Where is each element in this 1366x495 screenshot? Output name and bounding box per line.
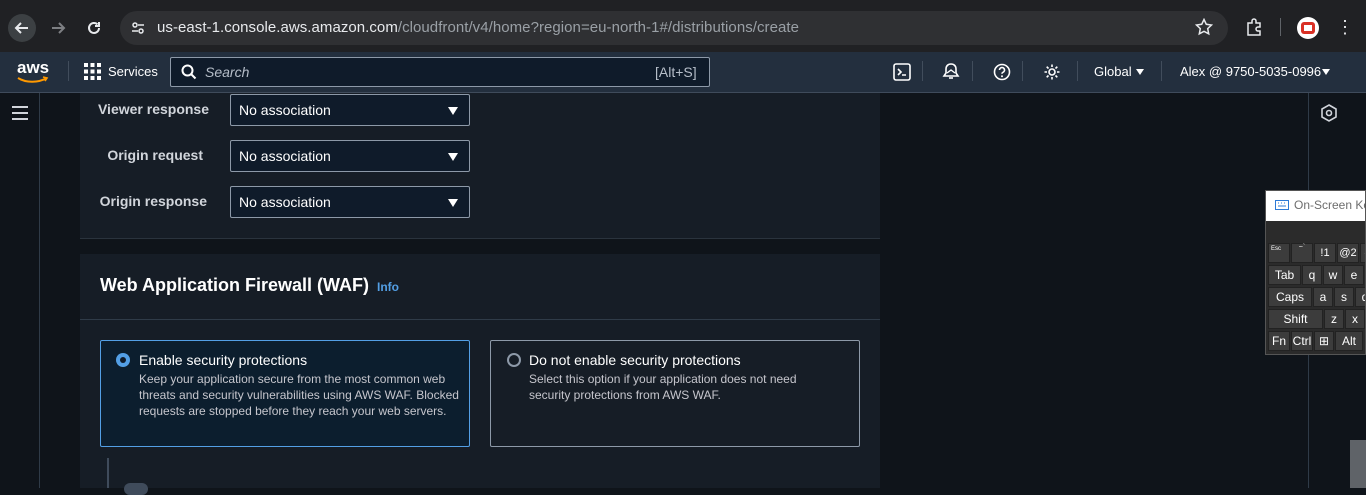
enable-security-description: Keep your application secure from the mo… [139,372,459,418]
settings-gear-icon[interactable] [1043,63,1061,86]
nav-divider [1022,61,1023,81]
account-label: Alex @ 9750-5035-0996 [1180,64,1322,79]
search-shortcut: [Alt+S] [655,64,697,80]
profile-avatar[interactable] [1297,17,1319,39]
osk-key-tab[interactable]: Tab [1268,265,1301,285]
origin-request-value: No association [239,148,331,164]
more-menu-icon[interactable]: ⋮ [1336,18,1354,36]
viewer-response-label: Viewer response [97,101,209,117]
osk-key-w[interactable]: w [1323,265,1343,285]
search-placeholder: Search [205,64,250,80]
osk-key-d[interactable]: d [1355,287,1365,307]
osk-key-tilde[interactable]: ~` [1291,243,1313,263]
origin-response-select[interactable]: No association [230,186,470,218]
osk-key-caps[interactable]: Caps [1268,287,1312,307]
nav-divider [1161,61,1162,81]
toolbar-divider [1280,18,1281,36]
cloudshell-icon[interactable] [893,63,911,86]
osk-key-a[interactable]: a [1313,287,1333,307]
on-screen-keyboard: On-Screen Ke Esc ~` !1 @2 #3 Tab q w e C… [1265,190,1366,355]
disable-security-title: Do not enable security protections [529,352,741,368]
osk-key-ctrl[interactable]: Ctrl [1291,331,1313,351]
page-scrollbar-thumb[interactable] [1350,440,1366,488]
region-selector[interactable]: Global [1094,64,1132,79]
bookmark-star-icon[interactable] [1194,17,1214,41]
extensions-icon[interactable] [1245,18,1263,41]
aws-logo-text: aws [17,58,50,77]
chevron-down-icon [448,107,458,115]
osk-title: On-Screen Ke [1294,198,1366,212]
enable-security-radio[interactable] [116,353,130,367]
waf-header-divider [80,319,880,320]
nav-divider [922,61,923,81]
osk-key-3[interactable]: #3 [1360,243,1365,263]
osk-key-x[interactable]: x [1345,309,1365,329]
notifications-icon[interactable] [942,62,960,86]
nav-divider [972,61,973,81]
services-grid-icon[interactable] [84,63,101,85]
waf-heading: Web Application Firewall (WAF) [100,275,370,295]
origin-response-label: Origin response [99,193,207,209]
url-path: /cloudfront/v4/home?region=eu-north-1#/d… [397,19,799,36]
osk-key-esc[interactable]: Esc [1268,243,1290,263]
tools-panel-icon[interactable] [1320,104,1338,127]
forward-icon[interactable] [44,14,72,42]
origin-request-label: Origin request [107,147,203,163]
osk-key-z[interactable]: z [1324,309,1344,329]
osk-title-bar: On-Screen Ke [1266,191,1366,221]
account-menu[interactable]: Alex @ 9750-5035-0996 [1180,64,1321,79]
back-icon[interactable] [8,14,36,42]
account-caret-icon [1322,69,1330,75]
osk-key-fn[interactable]: Fn [1268,331,1290,351]
origin-response-value: No association [239,194,331,210]
aws-logo[interactable]: aws [17,58,50,83]
viewer-response-value: No association [239,102,331,118]
region-label: Global [1094,64,1132,79]
search-icon [181,64,197,85]
url-host: us-east-1.console.aws.amazon.com [157,19,398,36]
keyboard-icon [1275,200,1289,210]
osk-key-2[interactable]: @2 [1337,243,1359,263]
url-text[interactable]: us-east-1.console.aws.amazon.com/cloudfr… [157,19,799,36]
nav-divider [68,61,69,81]
chevron-down-icon [448,153,458,161]
services-menu[interactable]: Services [108,64,158,79]
reload-icon[interactable] [80,14,108,42]
disable-security-radio[interactable] [507,353,521,367]
osk-key-windows[interactable]: ⊞ [1314,331,1334,351]
nav-divider [1077,61,1078,81]
osk-key-shift[interactable]: Shift [1268,309,1323,329]
osk-key-1[interactable]: !1 [1314,243,1336,263]
hamburger-menu-icon[interactable] [12,106,28,125]
viewer-response-select[interactable]: No association [230,94,470,126]
search-input[interactable] [170,57,710,87]
osk-key-s[interactable]: s [1334,287,1354,307]
help-icon[interactable] [993,63,1011,86]
osk-key-e[interactable]: e [1344,265,1364,285]
enable-security-title: Enable security protections [139,352,308,368]
disable-security-description: Select this option if your application d… [529,372,797,402]
origin-request-select[interactable]: No association [230,140,470,172]
left-nav-rail [0,93,40,488]
osk-key-alt[interactable]: Alt [1335,331,1363,351]
nested-section-rule [107,458,109,488]
toggle-switch[interactable] [124,483,148,495]
osk-key-q[interactable]: q [1302,265,1322,285]
site-info-icon[interactable] [130,20,146,41]
waf-info-link[interactable]: Info [377,280,399,294]
region-caret-icon [1136,69,1144,75]
chevron-down-icon [448,199,458,207]
